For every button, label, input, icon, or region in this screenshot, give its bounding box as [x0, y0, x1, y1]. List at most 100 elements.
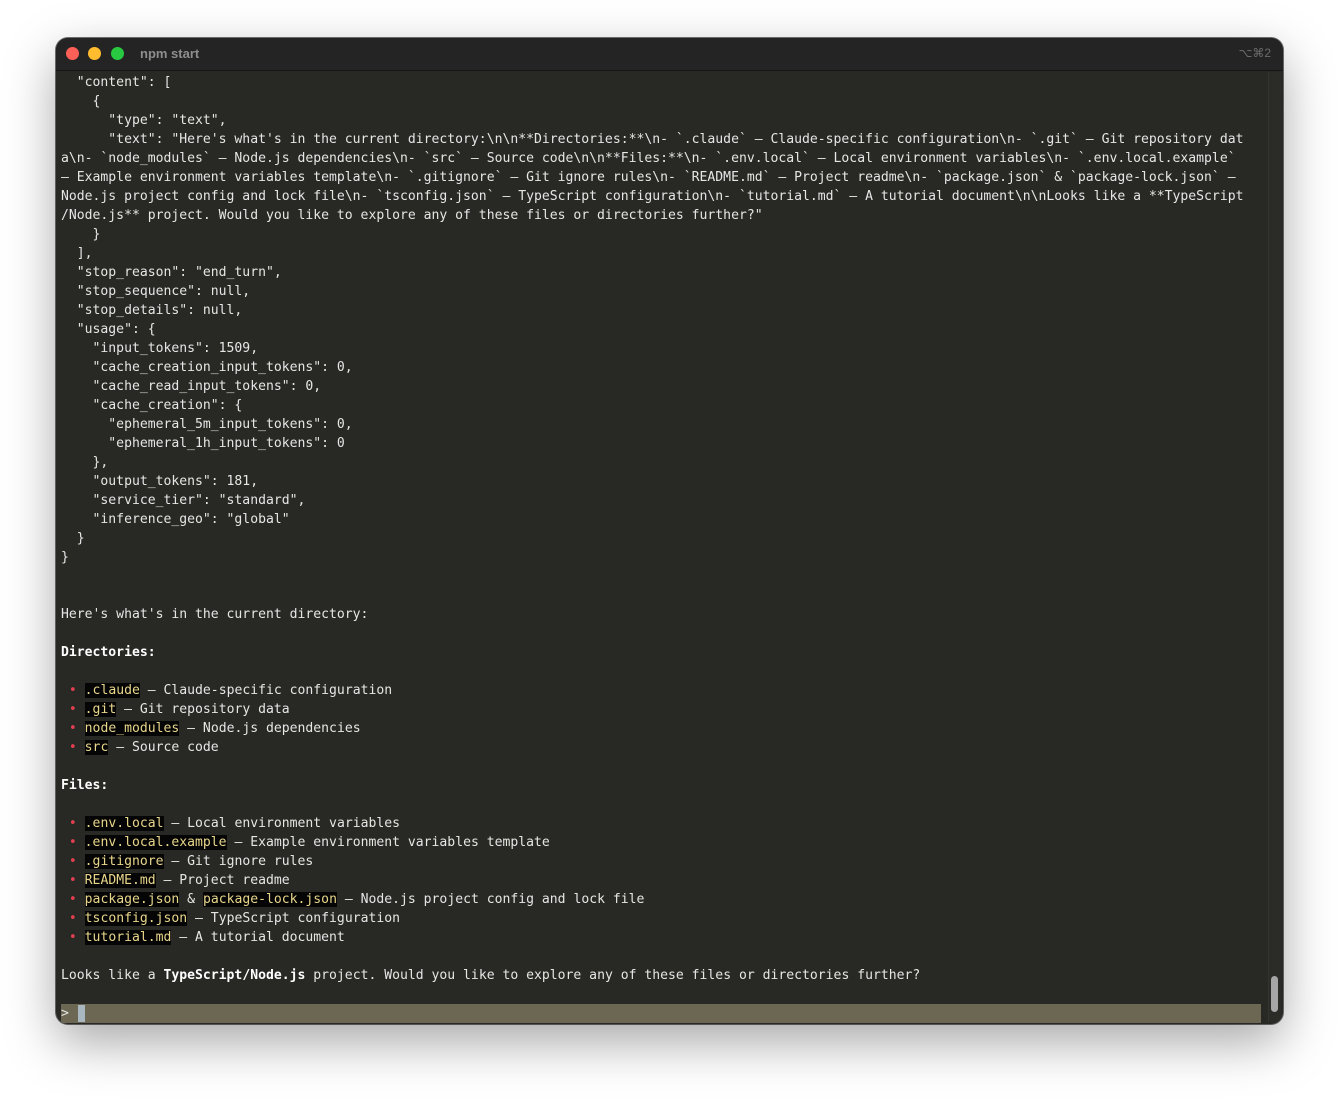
directory-name: node_modules	[84, 721, 180, 736]
json-text: }	[61, 531, 85, 546]
minimize-window-button[interactable]	[88, 47, 101, 60]
scrollbar-thumb[interactable]	[1271, 976, 1278, 1012]
json-text: "cache_creation": {	[61, 398, 243, 413]
json-line: }	[61, 529, 1266, 548]
file-description: — Local environment variables	[163, 816, 401, 831]
json-line: },	[61, 453, 1266, 472]
directory-description: — Claude-specific configuration	[139, 683, 393, 698]
json-line: }	[61, 548, 1266, 567]
json-text: "type": "text",	[61, 113, 227, 128]
directory-name: src	[84, 740, 109, 755]
text-cursor	[78, 1005, 85, 1022]
directory-list-item: • .git — Git repository data	[61, 700, 1266, 719]
file-name: .gitignore	[84, 854, 164, 869]
json-line: a\n- `node_modules` — Node.js dependenci…	[61, 149, 1266, 168]
directory-description: — Node.js dependencies	[179, 721, 361, 736]
separator-text: &	[179, 892, 203, 907]
json-text: "ephemeral_1h_input_tokens": 0	[61, 436, 345, 451]
json-text: "stop_sequence": null,	[61, 284, 251, 299]
bullet-icon: •	[68, 702, 77, 717]
json-line: "output_tokens": 181,	[61, 472, 1266, 491]
json-text: "cache_creation_input_tokens": 0,	[61, 360, 353, 375]
response-closing: Looks like a TypeScript/Node.js project.…	[61, 966, 1266, 985]
directory-list-item: • node_modules — Node.js dependencies	[61, 719, 1266, 738]
json-text: — Example environment variables template…	[61, 170, 1236, 185]
json-line: "ephemeral_1h_input_tokens": 0	[61, 434, 1266, 453]
json-text: }	[61, 550, 69, 565]
bullet-icon: •	[68, 816, 77, 831]
closing-text: Looks like a	[61, 968, 164, 983]
file-list-item: • tutorial.md — A tutorial document	[61, 928, 1266, 947]
prompt-char: >	[61, 1006, 69, 1021]
file-description: — Example environment variables template	[226, 835, 550, 850]
json-line: }	[61, 225, 1266, 244]
directories-heading: Directories:	[61, 643, 1266, 662]
json-text: {	[61, 94, 101, 109]
json-line: "service_tier": "standard",	[61, 491, 1266, 510]
json-line: /Node.js** project. Would you like to ex…	[61, 206, 1266, 225]
json-text: "ephemeral_5m_input_tokens": 0,	[61, 417, 353, 432]
closing-text: project. Would you like to explore any o…	[305, 968, 921, 983]
json-line: "ephemeral_5m_input_tokens": 0,	[61, 415, 1266, 434]
file-list-item: • .env.local — Local environment variabl…	[61, 814, 1266, 833]
directory-description: — Source code	[108, 740, 219, 755]
bullet-icon: •	[68, 683, 77, 698]
files-heading-text: Files:	[61, 778, 109, 793]
directory-list-item: • .claude — Claude-specific configuratio…	[61, 681, 1266, 700]
json-line: "cache_creation": {	[61, 396, 1266, 415]
directories-heading-text: Directories:	[61, 645, 156, 660]
bullet-icon: •	[68, 721, 77, 736]
file-description: — Project readme	[155, 873, 290, 888]
file-list-item: • .gitignore — Git ignore rules	[61, 852, 1266, 871]
window-shortcut: ⌥⌘2	[1238, 46, 1271, 60]
json-text: "cache_read_input_tokens": 0,	[61, 379, 322, 394]
json-text: "stop_reason": "end_turn",	[61, 265, 282, 280]
json-line: Node.js project config and lock file\n- …	[61, 187, 1266, 206]
terminal-output: "content": [ { "type": "text", "text": "…	[61, 73, 1266, 1008]
json-line: "cache_read_input_tokens": 0,	[61, 377, 1266, 396]
json-text: "output_tokens": 181,	[61, 474, 259, 489]
bullet-icon: •	[68, 911, 77, 926]
intro-text: Here's what's in the current directory:	[61, 607, 369, 622]
file-name: .env.local	[84, 816, 164, 831]
json-text: "service_tier": "standard",	[61, 493, 306, 508]
input-prompt[interactable]: >	[61, 1004, 1261, 1023]
file-description: — A tutorial document	[171, 930, 345, 945]
json-line: "input_tokens": 1509,	[61, 339, 1266, 358]
directory-name: .claude	[84, 683, 140, 698]
scroll-track[interactable]	[1268, 72, 1281, 1022]
file-name: tutorial.md	[84, 930, 172, 945]
json-line: "type": "text",	[61, 111, 1266, 130]
json-line: "usage": {	[61, 320, 1266, 339]
bullet-icon: •	[68, 740, 77, 755]
file-list-item: • package.json & package-lock.json — Nod…	[61, 890, 1266, 909]
file-description: — Node.js project config and lock file	[336, 892, 645, 907]
json-text: Node.js project config and lock file\n- …	[61, 189, 1244, 204]
close-window-button[interactable]	[66, 47, 79, 60]
directory-name: .git	[84, 702, 117, 717]
json-text: /Node.js** project. Would you like to ex…	[61, 208, 763, 223]
bullet-icon: •	[68, 873, 77, 888]
file-name: package-lock.json	[202, 892, 337, 907]
json-text: "inference_geo": "global"	[61, 512, 290, 527]
json-text: a\n- `node_modules` — Node.js dependenci…	[61, 151, 1236, 166]
file-list-item: • tsconfig.json — TypeScript configurati…	[61, 909, 1266, 928]
json-text: "usage": {	[61, 322, 156, 337]
terminal-window: npm start ⌥⌘2 "content": [ { "type": "te…	[56, 38, 1283, 1024]
zoom-window-button[interactable]	[111, 47, 124, 60]
file-list-item: • README.md — Project readme	[61, 871, 1266, 890]
file-name: README.md	[84, 873, 156, 888]
json-line: "inference_geo": "global"	[61, 510, 1266, 529]
json-line: "cache_creation_input_tokens": 0,	[61, 358, 1266, 377]
response-intro: Here's what's in the current directory:	[61, 605, 1266, 624]
directory-description: — Git repository data	[116, 702, 290, 717]
json-text: "input_tokens": 1509,	[61, 341, 259, 356]
file-list-item: • .env.local.example — Example environme…	[61, 833, 1266, 852]
json-line: "stop_sequence": null,	[61, 282, 1266, 301]
